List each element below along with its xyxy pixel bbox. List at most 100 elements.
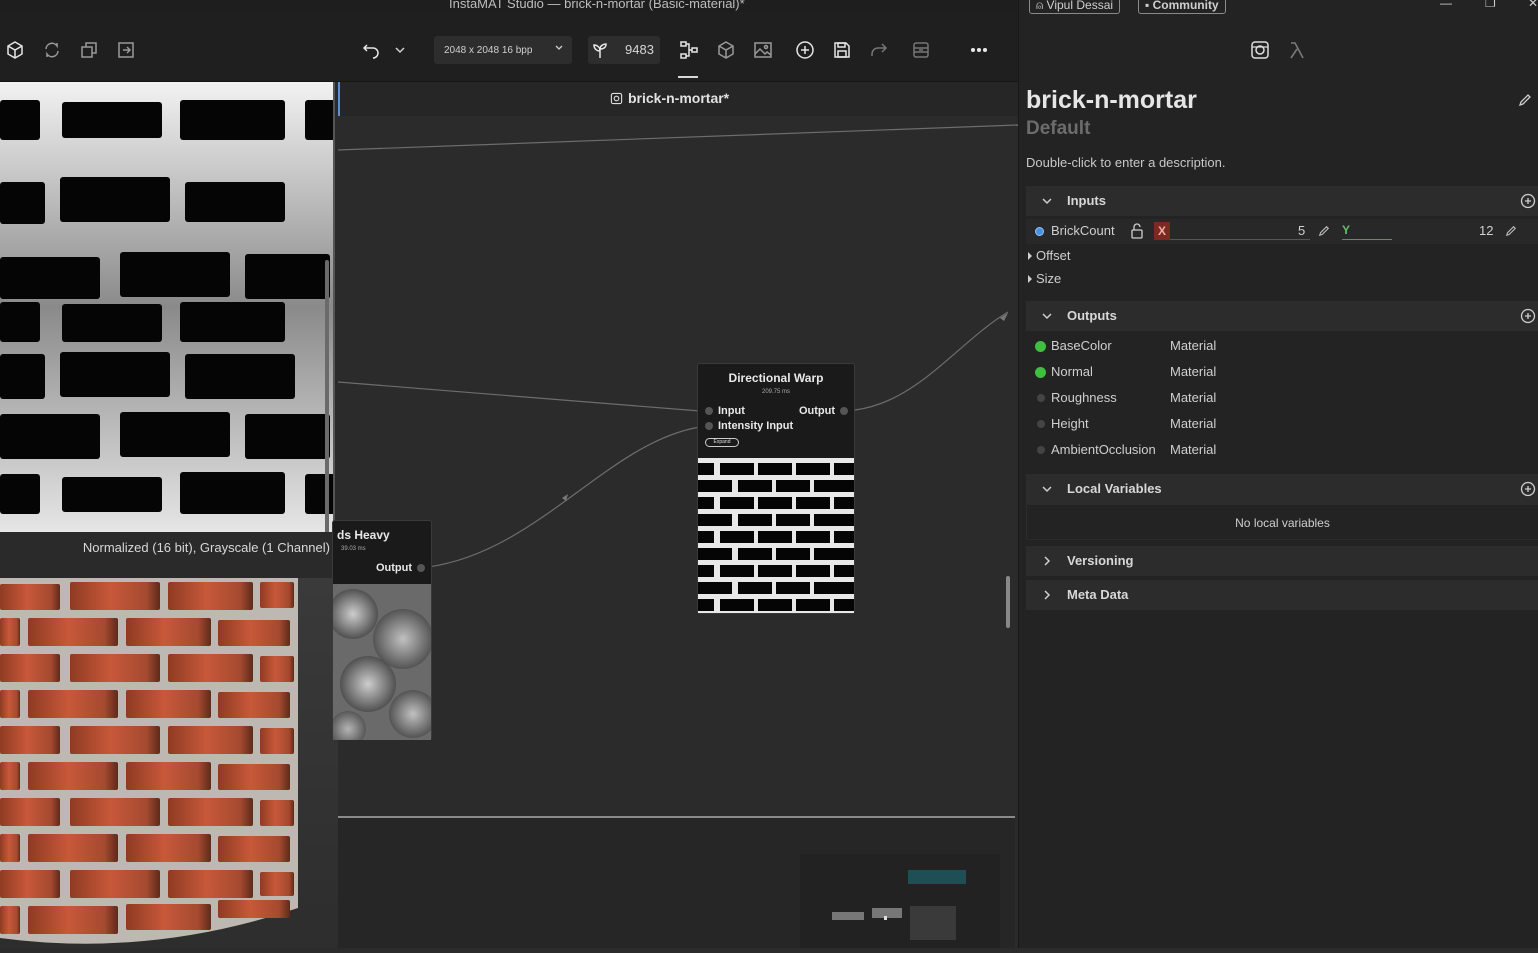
close-icon[interactable]: ✕ [1528, 0, 1538, 10]
output-port[interactable]: Output [376, 562, 425, 574]
output-row-basecolor[interactable]: BaseColor Material [1026, 334, 1538, 359]
outputs-section-header[interactable]: Outputs [1026, 301, 1538, 331]
3d-view-icon[interactable] [714, 38, 738, 62]
panel-subtitle: Default [1026, 118, 1091, 139]
minimize-icon[interactable]: — [1440, 0, 1452, 10]
viewport-vertical-scrollbar[interactable] [325, 260, 329, 532]
intensity-input-port[interactable]: Intensity Input [705, 420, 793, 432]
graph-view-icon[interactable] [677, 38, 701, 62]
x-value-field[interactable]: 5 [1298, 223, 1305, 238]
clouds-preview-thumbnail [333, 584, 431, 740]
versioning-section-header[interactable]: Versioning [1026, 546, 1538, 576]
lambda-icon[interactable] [1287, 40, 1307, 60]
output-row-normal[interactable]: Normal Material [1026, 360, 1538, 385]
caret-right-icon [1028, 252, 1032, 260]
cube-icon[interactable] [3, 38, 27, 62]
graph-properties-icon[interactable] [1250, 40, 1270, 60]
output-disconnected-dot [1037, 420, 1045, 428]
node-time: 39.03 ms [341, 546, 366, 552]
caret-right-icon [1028, 275, 1032, 283]
y-axis-label: Y [1342, 223, 1351, 237]
output-port[interactable]: Output [799, 405, 848, 417]
edit-y-icon[interactable] [1505, 225, 1517, 237]
user-account-button[interactable]: ⍝ Vipul Dessai [1029, 0, 1121, 14]
input-type-dot [1035, 227, 1044, 236]
chevron-right-icon [1044, 556, 1051, 566]
brickcount-input-row[interactable]: BrickCount X 5 Y 12 [1026, 219, 1538, 244]
more-options-icon[interactable] [967, 38, 991, 62]
add-variable-icon[interactable] [1520, 481, 1536, 497]
panel-description[interactable]: Double-click to enter a description. [1026, 155, 1225, 170]
output-row-ambientocclusion[interactable]: AmbientOcclusion Material [1026, 438, 1538, 463]
resolution-value: 2048 x 2048 16 bpp [444, 44, 533, 56]
community-button[interactable]: ▪ Community [1138, 0, 1226, 14]
node-title: ds Heavy [337, 528, 390, 542]
no-local-variables-label: No local variables [1235, 516, 1330, 530]
local-variables-body: No local variables [1026, 504, 1538, 540]
directional-warp-node[interactable]: Directional Warp 209.75 ms Input Intensi… [697, 363, 855, 614]
local-variables-section-header[interactable]: Local Variables [1026, 474, 1538, 504]
unlock-icon[interactable] [1130, 223, 1144, 239]
graph-resize-handle[interactable] [1006, 576, 1010, 628]
title-bar: InstaMAT Studio — brick-n-mortar (Basic-… [0, 0, 1018, 12]
duplicate-icon[interactable] [77, 38, 101, 62]
save-icon[interactable] [830, 38, 854, 62]
output-connected-dot [1035, 341, 1046, 352]
viewport-format-label: Normalized (16 bit), Grayscale (1 Channe… [82, 540, 330, 555]
maximize-icon[interactable]: ❐ [1485, 0, 1496, 10]
image-view-icon[interactable] [751, 38, 775, 62]
resolution-select[interactable]: 2048 x 2048 16 bpp [434, 36, 572, 64]
minimap-preview [832, 870, 966, 940]
chevron-down-icon [1042, 486, 1052, 493]
main-toolbar: 2048 x 2048 16 bpp 9483 [0, 12, 1018, 82]
x-field-underline [1170, 239, 1310, 240]
seed-value: 9483 [625, 42, 654, 57]
brick-cylinder-preview [0, 578, 298, 944]
y-value-field[interactable]: 12 [1479, 223, 1493, 238]
chat-icon: ▪ [1145, 0, 1150, 12]
node-preview-thumbnail [698, 458, 854, 613]
chevron-down-icon [555, 45, 563, 50]
3d-viewport[interactable] [0, 578, 338, 948]
active-view-indicator [678, 76, 698, 78]
metadata-section-header[interactable]: Meta Data [1026, 580, 1538, 610]
output-port-dot[interactable] [840, 407, 848, 415]
chevron-down-icon [1042, 198, 1052, 205]
window-title: InstaMAT Studio — brick-n-mortar (Basic-… [449, 0, 745, 11]
output-row-roughness[interactable]: Roughness Material [1026, 386, 1538, 411]
chevron-right-icon [1044, 590, 1051, 600]
y-field-underline [1342, 239, 1392, 240]
add-node-icon[interactable] [793, 38, 817, 62]
undo-icon[interactable] [359, 38, 383, 62]
export-icon[interactable] [114, 38, 138, 62]
output-port-dot[interactable] [417, 564, 425, 572]
output-disconnected-dot [1037, 394, 1045, 402]
refresh-icon[interactable] [40, 38, 64, 62]
chevron-down-icon [1042, 313, 1052, 320]
graph-minimap[interactable] [800, 854, 1000, 948]
edit-pencil-icon[interactable] [1518, 93, 1532, 107]
expand-button[interactable]: Expand [705, 438, 739, 447]
add-input-icon[interactable] [1520, 193, 1536, 209]
output-connected-dot [1035, 367, 1046, 378]
offset-group-row[interactable]: Offset [1026, 244, 1538, 269]
undo-history-chevron-icon[interactable] [388, 38, 412, 62]
output-disconnected-dot [1037, 446, 1045, 454]
output-row-height[interactable]: Height Material [1026, 412, 1538, 437]
node-graph-canvas[interactable]: brick-n-mortar* Directional Warp 209.75 … [332, 82, 1018, 948]
2d-texture-viewport[interactable] [0, 82, 335, 532]
input-port[interactable]: Input [705, 405, 745, 417]
input-port-dot[interactable] [705, 407, 713, 415]
inputs-section-header[interactable]: Inputs [1026, 186, 1538, 216]
size-group-row[interactable]: Size [1026, 267, 1538, 292]
archive-icon[interactable] [909, 38, 933, 62]
seed-icon [588, 38, 612, 62]
seed-field[interactable]: 9483 [588, 36, 660, 64]
edit-x-icon[interactable] [1318, 225, 1330, 237]
graph-connections [338, 124, 1018, 568]
intensity-port-dot[interactable] [705, 422, 713, 430]
add-output-icon[interactable] [1520, 308, 1536, 324]
properties-panel: ⍝ Vipul Dessai ▪ Community — ❐ ✕ brick-n… [1018, 0, 1538, 948]
redo-share-icon[interactable] [867, 38, 891, 62]
clouds-heavy-node[interactable]: ds Heavy 39.03 ms Output [332, 520, 432, 740]
